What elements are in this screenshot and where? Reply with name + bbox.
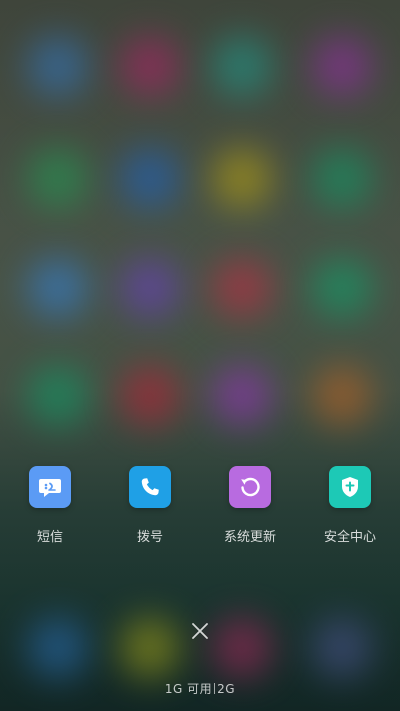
blurred-home-screen-background	[0, 0, 400, 711]
recent-app-label: 拨号	[136, 530, 163, 545]
phone-icon	[129, 466, 171, 508]
recent-app-system-update[interactable]: 系统更新	[205, 466, 295, 545]
shield-icon	[329, 466, 371, 508]
recent-app-messages[interactable]: 短信	[5, 466, 95, 545]
recent-app-label: 安全中心	[323, 530, 376, 545]
update-icon	[229, 466, 271, 508]
memory-total: 2G	[217, 682, 236, 696]
recent-app-security-center[interactable]: 安全中心	[305, 466, 395, 545]
recent-apps-row: 短信 拨号 系统更新 安全中心	[0, 466, 400, 556]
memory-separator	[214, 683, 216, 694]
clear-all-recents-button[interactable]	[186, 617, 214, 645]
memory-status: 1G 可用 2G	[0, 680, 400, 697]
recent-app-label: 系统更新	[223, 530, 276, 545]
message-icon	[29, 466, 71, 508]
recent-app-dialer[interactable]: 拨号	[105, 466, 195, 545]
close-icon	[192, 623, 208, 639]
memory-available: 1G 可用	[164, 682, 213, 696]
recent-app-label: 短信	[36, 530, 63, 545]
